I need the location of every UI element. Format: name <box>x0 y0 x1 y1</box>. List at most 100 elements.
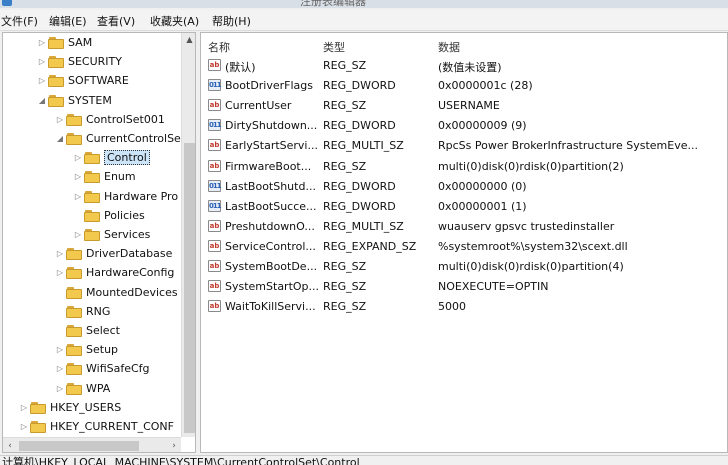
tree-node[interactable]: ▷ WPA <box>3 380 181 399</box>
value-row[interactable]: ab SystemStartOp... REG_SZ NOEXECUTE=OPTIN <box>201 277 727 297</box>
tree-node-label: SYSTEM <box>68 93 112 107</box>
folder-icon <box>48 56 64 69</box>
collapsed-arrow-icon[interactable]: ▷ <box>55 248 65 260</box>
collapsed-arrow-icon[interactable]: ▷ <box>55 267 65 279</box>
menu-file[interactable]: 文件(F) <box>1 13 38 29</box>
tree-node[interactable]: ▷ Enum <box>3 168 181 187</box>
scroll-up-icon[interactable]: ▲ <box>182 33 195 47</box>
tree-node[interactable]: Select <box>3 322 181 341</box>
collapsed-arrow-icon[interactable]: ▷ <box>55 383 65 395</box>
binary-value-icon: 011 <box>208 119 222 132</box>
value-row[interactable]: 011 LastBootSucce... REG_DWORD 0x00000001 (… <box>201 197 727 217</box>
tree-node[interactable]: ◢ SYSTEM <box>3 92 181 111</box>
scroll-right-icon[interactable]: › <box>167 438 181 452</box>
collapsed-arrow-icon[interactable]: ▷ <box>73 152 83 164</box>
collapsed-arrow-icon[interactable]: ▷ <box>19 402 29 414</box>
folder-icon <box>84 171 100 184</box>
column-header-type[interactable]: 类型 <box>323 39 345 55</box>
value-row[interactable]: ab EarlyStartServi... REG_MULTI_SZ RpcSs Po… <box>201 136 727 156</box>
registry-tree-pane[interactable]: ▷ SAM ▷ SECURITY ▷ SOFTWARE ◢ SYSTEM ▷ ControlSet… <box>2 32 196 453</box>
no-arrow-spacer <box>55 287 65 299</box>
value-row[interactable]: ab ServiceControl... REG_EXPAND_SZ %systemr… <box>201 237 727 257</box>
tree-node[interactable]: Policies <box>3 207 181 226</box>
tree-node[interactable]: ▷ DriverDatabase <box>3 245 181 264</box>
tree-node[interactable]: ▷ HKEY_USERS <box>3 399 181 418</box>
value-row[interactable]: ab (默认) REG_SZ (数值未设置) <box>201 56 727 76</box>
collapsed-arrow-icon[interactable]: ▷ <box>37 75 47 87</box>
folder-icon <box>66 344 82 357</box>
tree-node[interactable]: ▷ HardwareConfig <box>3 264 181 283</box>
binary-value-icon: 011 <box>208 79 222 92</box>
tree-node-label: Control <box>104 150 150 166</box>
tree-horizontal-scrollbar[interactable]: ‹ › <box>3 437 181 452</box>
value-row[interactable]: ab SystemBootDe... REG_SZ multi(0)disk(0)rd… <box>201 257 727 277</box>
value-data: NOEXECUTE=OPTIN <box>438 280 549 294</box>
folder-icon <box>84 152 100 165</box>
collapsed-arrow-icon[interactable]: ▷ <box>73 191 83 203</box>
column-header-name[interactable]: 名称 <box>208 39 230 55</box>
tree-vertical-scrollbar[interactable]: ▲ <box>181 33 195 437</box>
tree-hscroll-thumb[interactable] <box>19 441 139 451</box>
collapsed-arrow-icon[interactable]: ▷ <box>55 114 65 126</box>
binary-value-icon: 011 <box>208 179 222 192</box>
tree-node-label: HardwareConfig <box>86 266 175 280</box>
value-row[interactable]: ab CurrentUser REG_SZ USERNAME <box>201 96 727 116</box>
value-data: multi(0)disk(0)rdisk(0)partition(2) <box>438 159 624 173</box>
menu-edit[interactable]: 编辑(E) <box>49 13 87 29</box>
menu-view[interactable]: 查看(V) <box>97 13 135 29</box>
value-row[interactable]: 011 DirtyShutdown... REG_DWORD 0x00000009 (… <box>201 116 727 136</box>
registry-values-pane[interactable]: 名称 类型 数据 ab (默认) REG_SZ (数值未设置) 011 BootDrive… <box>200 32 728 453</box>
tree-node[interactable]: MountedDevices <box>3 284 181 303</box>
tree-node[interactable]: ▷ SECURITY <box>3 53 181 72</box>
tree-node[interactable]: ▷ ControlSet001 <box>3 111 181 130</box>
tree-vscroll-thumb[interactable] <box>184 143 195 433</box>
tree-node-label: MountedDevices <box>86 285 178 299</box>
string-value-icon: ab <box>208 99 221 112</box>
no-arrow-spacer <box>55 325 65 337</box>
tree-node[interactable]: ▷ Services <box>3 226 181 245</box>
tree-node-label: DriverDatabase <box>86 247 173 261</box>
value-row[interactable]: 011 LastBootShutd... REG_DWORD 0x00000000 (… <box>201 177 727 197</box>
status-path: 计算机\HKEY_LOCAL_MACHINE\SYSTEM\CurrentCon… <box>2 456 360 465</box>
folder-icon <box>84 209 100 222</box>
value-data: (数值未设置) <box>438 61 502 74</box>
tree-node-label: WifiSafeCfg <box>86 362 150 376</box>
column-header-data[interactable]: 数据 <box>438 39 460 55</box>
collapsed-arrow-icon[interactable]: ▷ <box>55 344 65 356</box>
value-row[interactable]: 011 BootDriverFlags REG_DWORD 0x0000001c (2… <box>201 76 727 96</box>
tree-node[interactable]: ▷ Setup <box>3 341 181 360</box>
tree-node-label: WPA <box>86 381 111 395</box>
tree-node[interactable]: ◢ CurrentControlSe <box>3 130 181 149</box>
collapsed-arrow-icon[interactable]: ▷ <box>73 229 83 241</box>
expanded-arrow-icon[interactable]: ◢ <box>55 133 65 145</box>
tree-node[interactable]: ▷ Hardware Pro <box>3 188 181 207</box>
expanded-arrow-icon[interactable]: ◢ <box>37 95 47 107</box>
value-name: LastBootShutd... <box>225 179 316 193</box>
tree-node[interactable]: ▷ Control <box>3 149 181 168</box>
tree-node-label: ControlSet001 <box>86 112 165 126</box>
value-data: %systemroot%\system32\scext.dll <box>438 239 628 253</box>
collapsed-arrow-icon[interactable]: ▷ <box>37 56 47 68</box>
value-row[interactable]: ab WaitToKillServi... REG_SZ 5000 <box>201 297 727 317</box>
value-type: REG_MULTI_SZ <box>323 139 404 153</box>
tree-node[interactable]: RNG <box>3 303 181 322</box>
collapsed-arrow-icon[interactable]: ▷ <box>55 363 65 375</box>
tree-node[interactable]: ▷ SAM <box>3 34 181 53</box>
scroll-left-icon[interactable]: ‹ <box>3 438 17 452</box>
value-row[interactable]: ab PreshutdownO... REG_MULTI_SZ wuauserv gp… <box>201 217 727 237</box>
collapsed-arrow-icon[interactable]: ▷ <box>73 171 83 183</box>
tree-node-label: Services <box>104 228 151 241</box>
tree-node[interactable]: ▷ HKEY_CURRENT_CONF <box>3 418 181 437</box>
collapsed-arrow-icon[interactable]: ▷ <box>19 421 29 433</box>
tree-node[interactable]: ▷ WifiSafeCfg <box>3 360 181 379</box>
collapsed-arrow-icon[interactable]: ▷ <box>37 37 47 49</box>
binary-value-icon: 011 <box>208 199 222 212</box>
value-name: FirmwareBoot... <box>225 159 312 173</box>
folder-icon <box>66 363 82 376</box>
tree-node[interactable]: ▷ SOFTWARE <box>3 72 181 91</box>
value-data: 0x00000009 (9) <box>438 119 527 133</box>
value-row[interactable]: ab FirmwareBoot... REG_SZ multi(0)disk(0)rd… <box>201 157 727 177</box>
menu-favorites[interactable]: 收藏夹(A) <box>150 13 199 29</box>
value-type: REG_SZ <box>323 159 367 173</box>
menu-help[interactable]: 帮助(H) <box>212 13 251 29</box>
